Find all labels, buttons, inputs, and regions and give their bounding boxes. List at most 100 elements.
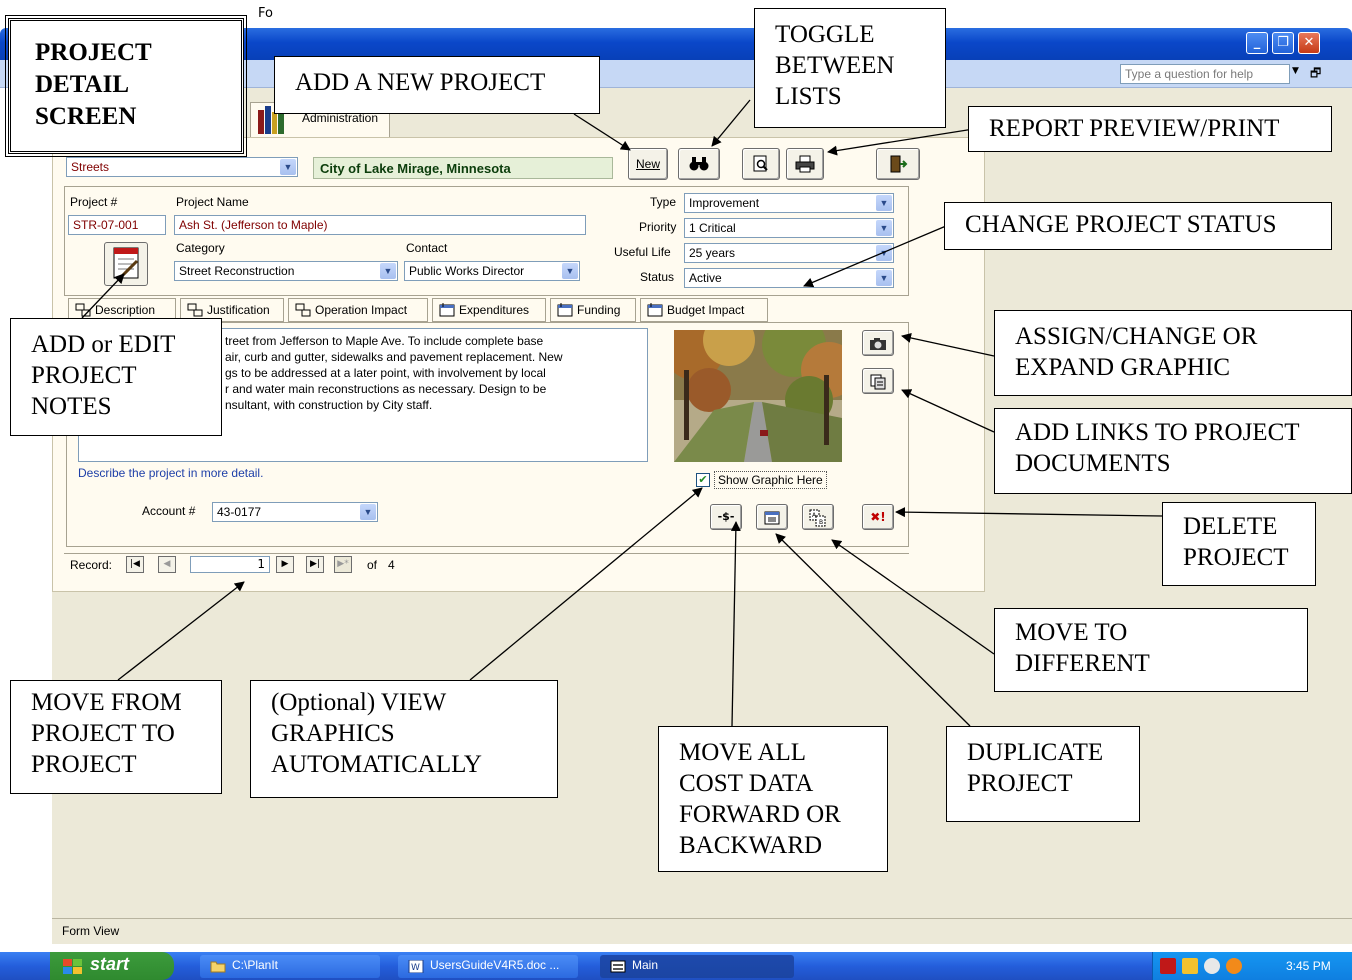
project-number-field[interactable]: STR-07-001 (68, 215, 166, 235)
tray-app-icon[interactable] (1160, 958, 1176, 974)
previous-record-button[interactable]: ◀ (158, 556, 176, 573)
record-of-label: of (367, 558, 378, 572)
taskbar-item-folder[interactable]: C:\PlanIt (200, 955, 380, 978)
taskbar-item-document[interactable]: W UsersGuideV4R5.doc ... (398, 955, 578, 978)
move-to-list-button[interactable] (756, 504, 788, 530)
print-preview-icon (753, 155, 768, 172)
duplicate-project-button[interactable]: AB (802, 504, 834, 530)
type-combo[interactable]: Improvement ▼ (684, 193, 894, 213)
account-label: Account # (142, 504, 196, 518)
tab-expenditures[interactable]: Expenditures (432, 298, 546, 322)
taskbar-item-main[interactable]: Main (600, 955, 794, 978)
chevron-down-icon[interactable]: ▼ (876, 245, 892, 261)
callout-move-record: MOVE FROM PROJECT TO PROJECT (10, 680, 222, 794)
calendar-icon (647, 303, 663, 317)
folder-icon (210, 961, 226, 973)
previous-record-icon: ◀ (163, 559, 171, 569)
chevron-down-icon[interactable]: ▼ (380, 263, 396, 279)
new-project-button[interactable]: New (628, 148, 668, 180)
status-label: Status (640, 270, 675, 284)
tray-sync-icon[interactable] (1204, 958, 1220, 974)
tab-justification-label: Justification (207, 303, 270, 317)
document-links-button[interactable] (862, 368, 894, 394)
status-value: Active (689, 271, 722, 285)
city-name-label: City of Lake Mirage, Minnesota (313, 157, 613, 179)
calendar-icon (439, 303, 455, 317)
callout-line: GRAPHICS (271, 720, 395, 747)
callout-line: ADD LINKS TO PROJECT (1015, 419, 1300, 446)
show-graphic-checkbox[interactable]: ✔ (696, 473, 710, 487)
callout-line: DUPLICATE (967, 739, 1104, 766)
chevron-down-icon[interactable]: ▼ (876, 270, 892, 286)
callout-project-notes: ADD or EDIT PROJECT NOTES (10, 318, 222, 436)
priority-label: Priority (639, 220, 677, 234)
duplicate-icon: AB (809, 509, 826, 526)
tab-operation-impact[interactable]: Operation Impact (288, 298, 428, 322)
help-search-input[interactable]: Type a question for help (1120, 64, 1290, 84)
callout-report-preview: REPORT PREVIEW/PRINT (968, 106, 1332, 152)
last-record-icon: ▶| (310, 559, 320, 569)
menu-item-format[interactable]: Fo (258, 6, 273, 21)
callout-change-status: CHANGE PROJECT STATUS (944, 202, 1332, 250)
taskbar-item-main-label: Main (632, 958, 659, 972)
calendar-icon (557, 303, 573, 317)
callout-duplicate-project: DUPLICATE PROJECT (946, 726, 1140, 822)
tab-page-icon (295, 303, 311, 317)
exit-button[interactable] (876, 148, 920, 180)
project-name-field[interactable]: Ash St. (Jefferson to Maple) (174, 215, 586, 235)
restore-icon[interactable]: 🗗 (1310, 64, 1321, 85)
minimize-button[interactable]: _ (1246, 32, 1268, 54)
status-combo[interactable]: Active ▼ (684, 268, 894, 288)
first-record-button[interactable]: |◀ (126, 556, 144, 573)
assign-graphic-button[interactable] (862, 330, 894, 356)
chevron-down-icon[interactable]: ▼ (876, 220, 892, 236)
restore-button[interactable]: ❐ (1272, 32, 1294, 54)
type-label: Type (650, 195, 677, 209)
move-cost-data-button[interactable]: -$- (710, 504, 742, 530)
report-preview-button[interactable] (742, 148, 780, 180)
tab-page-icon (187, 303, 203, 317)
callout-line: CHANGE PROJECT STATUS (965, 211, 1277, 238)
chevron-down-icon[interactable]: ▼ (1292, 66, 1299, 76)
tab-funding[interactable]: Funding (550, 298, 636, 322)
word-document-icon: W (408, 960, 424, 973)
account-combo[interactable]: 43-0177 ▼ (212, 502, 378, 522)
account-value: 43-0177 (217, 505, 262, 519)
list-selector-combo[interactable]: Streets ▼ (66, 157, 298, 177)
last-record-button[interactable]: ▶| (306, 556, 324, 573)
close-button[interactable]: ✕ (1298, 32, 1320, 54)
priority-value: 1 Critical (689, 221, 736, 235)
callout-toggle-lists: TOGGLE BETWEEN LISTS (754, 8, 946, 128)
record-number-input[interactable]: 1 (190, 556, 270, 573)
useful-life-combo[interactable]: 25 years ▼ (684, 243, 894, 263)
toggle-lists-button[interactable] (678, 148, 720, 180)
next-record-button[interactable]: ▶ (276, 556, 294, 573)
new-record-button[interactable]: ▶* (334, 556, 352, 573)
callout-line: LISTS (775, 83, 842, 110)
callout-line: PROJECT (967, 770, 1073, 797)
priority-combo[interactable]: 1 Critical ▼ (684, 218, 894, 238)
tray-flower-icon[interactable] (1226, 958, 1242, 974)
binoculars-icon (689, 157, 709, 171)
project-notes-button[interactable] (104, 242, 148, 286)
delete-project-button[interactable]: ✖! (862, 504, 894, 530)
project-photo (674, 330, 842, 462)
tab-budget-impact[interactable]: Budget Impact (640, 298, 768, 322)
svg-text:W: W (411, 963, 420, 973)
chevron-down-icon[interactable]: ▼ (360, 504, 376, 520)
category-combo[interactable]: Street Reconstruction ▼ (174, 261, 398, 281)
chevron-down-icon[interactable]: ▼ (280, 159, 296, 175)
form-window-icon (610, 960, 626, 973)
tray-language-icon[interactable] (1182, 958, 1198, 974)
chevron-down-icon[interactable]: ▼ (562, 263, 578, 279)
tab-funding-label: Funding (577, 303, 621, 317)
tab-description-label: Description (95, 303, 156, 317)
contact-combo[interactable]: Public Works Director ▼ (404, 261, 580, 281)
first-record-icon: |◀ (130, 559, 140, 569)
callout-line: DETAIL (35, 71, 130, 98)
callout-add-links: ADD LINKS TO PROJECT DOCUMENTS (994, 408, 1352, 494)
callout-line: PROJECT (1183, 544, 1289, 571)
chevron-down-icon[interactable]: ▼ (876, 195, 892, 211)
contact-value: Public Works Director (409, 264, 525, 278)
print-button[interactable] (786, 148, 824, 180)
